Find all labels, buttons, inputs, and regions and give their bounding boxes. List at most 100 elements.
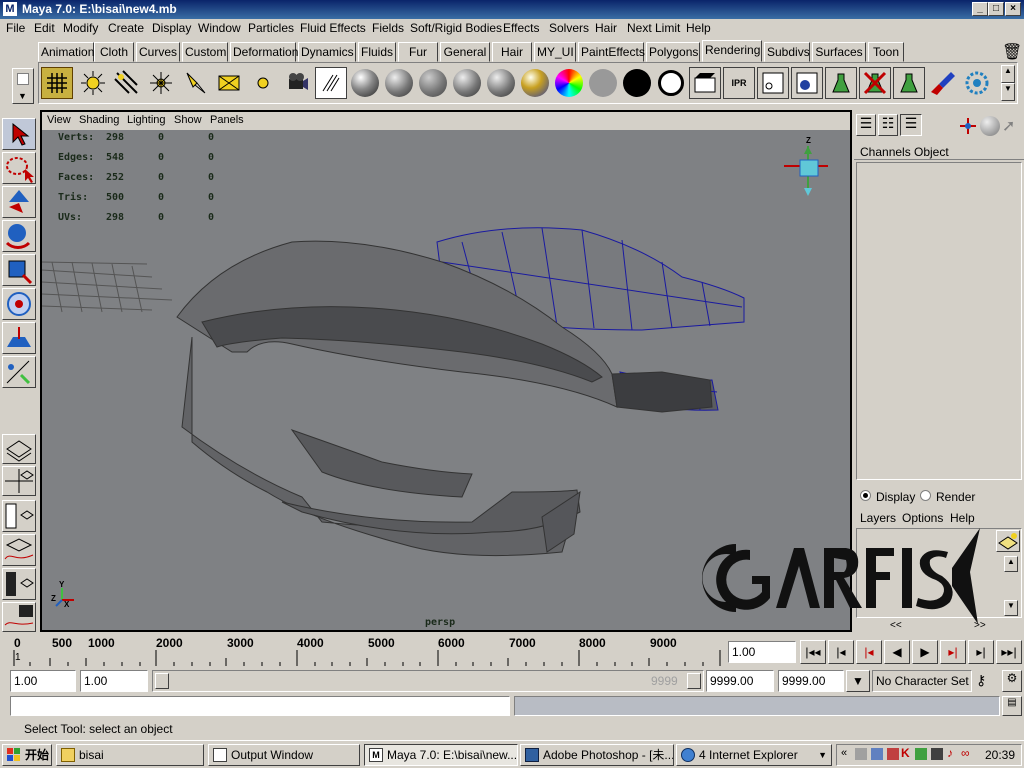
play-backwards-button[interactable]: ◀ (884, 640, 910, 664)
time-slider[interactable]: 0 500 1000 2000 3000 4000 5000 6000 7000… (10, 636, 724, 668)
channel-box-layer-toggle-icon[interactable]: ☰ (900, 114, 922, 136)
channels-menu[interactable]: Channels (860, 145, 911, 159)
soft-modification-button[interactable] (2, 322, 36, 354)
help-menu[interactable]: Help (950, 511, 975, 525)
key-icon[interactable]: ⚷ (976, 672, 986, 689)
tab-general[interactable]: General (440, 42, 490, 62)
range-slider[interactable]: 9999 (152, 670, 704, 692)
layered-shader-icon[interactable] (519, 67, 551, 99)
directional-light-icon[interactable] (111, 67, 143, 99)
tray-antivirus-icon[interactable] (887, 748, 899, 760)
rotate-tool-button[interactable] (2, 220, 36, 252)
sphere-icon[interactable] (980, 116, 1000, 136)
display-radio[interactable] (860, 490, 871, 501)
ambient-light-icon[interactable] (77, 67, 109, 99)
end-time-field[interactable]: 9999.00 (778, 670, 844, 692)
menu-fields[interactable]: Fields (372, 21, 404, 35)
lighting-grid-icon[interactable] (41, 67, 73, 99)
batch-render-icon[interactable] (825, 67, 857, 99)
layer-scroll-down-button[interactable]: ▼ (1004, 600, 1018, 616)
task-output-window[interactable]: Output Window (208, 744, 360, 766)
command-line-input[interactable] (10, 696, 510, 716)
range-slider-end-handle[interactable] (687, 673, 701, 689)
cancel-batch-render-icon[interactable] (859, 67, 891, 99)
tab-animation[interactable]: Animation (38, 42, 94, 62)
layout-single-pane-button[interactable] (2, 434, 36, 464)
tab-my-ui[interactable]: MY_UI (534, 42, 576, 62)
tab-subdivs[interactable]: Subdivs (764, 42, 810, 62)
phong-material-icon[interactable] (383, 67, 415, 99)
menu-window[interactable]: Window (198, 21, 241, 35)
layout-outliner-persp-button[interactable] (2, 500, 36, 532)
tray-app-icon[interactable] (855, 748, 867, 760)
tab-dynamics[interactable]: Dynamics (298, 42, 356, 62)
create-layer-icon[interactable] (996, 530, 1020, 552)
step-forward-key-button[interactable]: ▸| (940, 640, 966, 664)
start-time-field[interactable]: 1.00 (10, 670, 76, 692)
tab-painteffects[interactable]: PaintEffects (578, 42, 645, 62)
range-slider-start-handle[interactable] (155, 673, 169, 689)
tab-rendering[interactable]: Rendering (702, 40, 762, 62)
menu-hair[interactable]: Hair (595, 21, 617, 35)
layout-four-pane-button[interactable] (2, 466, 36, 496)
render-current-frame-icon[interactable] (689, 67, 721, 99)
script-editor-icon[interactable]: ▤ (1002, 696, 1022, 716)
tray-link-icon[interactable]: ∞ (961, 746, 970, 760)
channel-box-area[interactable] (856, 162, 1022, 480)
menu-create[interactable]: Create (108, 21, 144, 35)
options-menu[interactable]: Options (902, 511, 943, 525)
phong-e-material-icon[interactable] (451, 67, 483, 99)
minimize-button[interactable]: _ (972, 2, 988, 16)
tab-hair[interactable]: Hair (492, 42, 532, 62)
playback-start-field[interactable]: 1.00 (80, 670, 148, 692)
tab-cloth[interactable]: Cloth (94, 42, 134, 62)
translate-icon[interactable] (958, 116, 978, 136)
playback-end-field[interactable]: 9999.00 (706, 670, 774, 692)
menu-set-dropdown[interactable]: ▼ (12, 68, 34, 104)
task-maya[interactable]: M Maya 7.0: E:\bisai\new... (364, 744, 518, 766)
menu-particles[interactable]: Particles (248, 21, 294, 35)
shading-group-icon[interactable] (655, 67, 687, 99)
show-manipulator-button[interactable] (2, 356, 36, 388)
task-internet-explorer[interactable]: 4 Internet Explorer ▼ (676, 744, 832, 766)
anisotropic-material-icon[interactable] (485, 67, 517, 99)
play-forwards-button[interactable]: ▶ (912, 640, 938, 664)
menu-soft-rigid-bodies[interactable]: Soft/Rigid Bodies (410, 21, 502, 35)
arrow-icon[interactable]: ➚ (1002, 116, 1022, 136)
layer-scroll-up-button[interactable]: ▲ (1004, 556, 1018, 572)
tab-surfaces[interactable]: Surfaces (812, 42, 866, 62)
spot-light-icon[interactable] (179, 67, 211, 99)
ipr-render-icon[interactable]: IPR (723, 67, 755, 99)
menu-effects[interactable]: Effects (503, 21, 539, 35)
menu-file[interactable]: File (6, 21, 25, 35)
animation-preferences-icon[interactable]: ⚙ (1002, 670, 1022, 692)
maya-app-icon[interactable]: M (3, 2, 17, 16)
point-light-icon[interactable] (145, 67, 177, 99)
view-axis-gizmo[interactable]: Z (780, 136, 836, 200)
tab-fluids[interactable]: Fluids (358, 42, 396, 62)
step-back-frame-button[interactable]: |◂ (828, 640, 854, 664)
scale-tool-button[interactable] (2, 254, 36, 286)
select-tool-button[interactable] (2, 118, 36, 150)
tray-expand-icon[interactable]: « (841, 747, 847, 759)
menu-display[interactable]: Display (152, 21, 191, 35)
character-set-dropdown-icon[interactable]: ▼ (846, 670, 870, 692)
tray-network-icon[interactable] (871, 748, 883, 760)
menu-fluid-effects[interactable]: Fluid Effects (300, 21, 366, 35)
shelf-scroll-down-button[interactable]: ▼ (1001, 83, 1015, 101)
menu-solvers[interactable]: Solvers (549, 21, 589, 35)
paint-brush-icon[interactable] (927, 67, 959, 99)
move-tool-button[interactable] (2, 186, 36, 218)
task-photoshop[interactable]: Adobe Photoshop - [未... (520, 744, 674, 766)
layers-menu[interactable]: Layers (860, 511, 896, 525)
layout-persp-graph-button[interactable] (2, 602, 36, 632)
character-set-field[interactable]: No Character Set (872, 670, 972, 692)
close-button[interactable]: × (1005, 2, 1021, 16)
maximize-button[interactable]: □ (988, 2, 1004, 16)
render-view-icon[interactable] (791, 67, 823, 99)
attribute-editor-toggle-icon[interactable]: ☷ (878, 114, 898, 136)
current-time-field[interactable]: 1.00 (728, 641, 796, 663)
menu-help[interactable]: Help (686, 21, 711, 35)
shelf-scroll-up-button[interactable]: ▲ (1001, 65, 1015, 83)
surface-shader-icon[interactable] (587, 67, 619, 99)
